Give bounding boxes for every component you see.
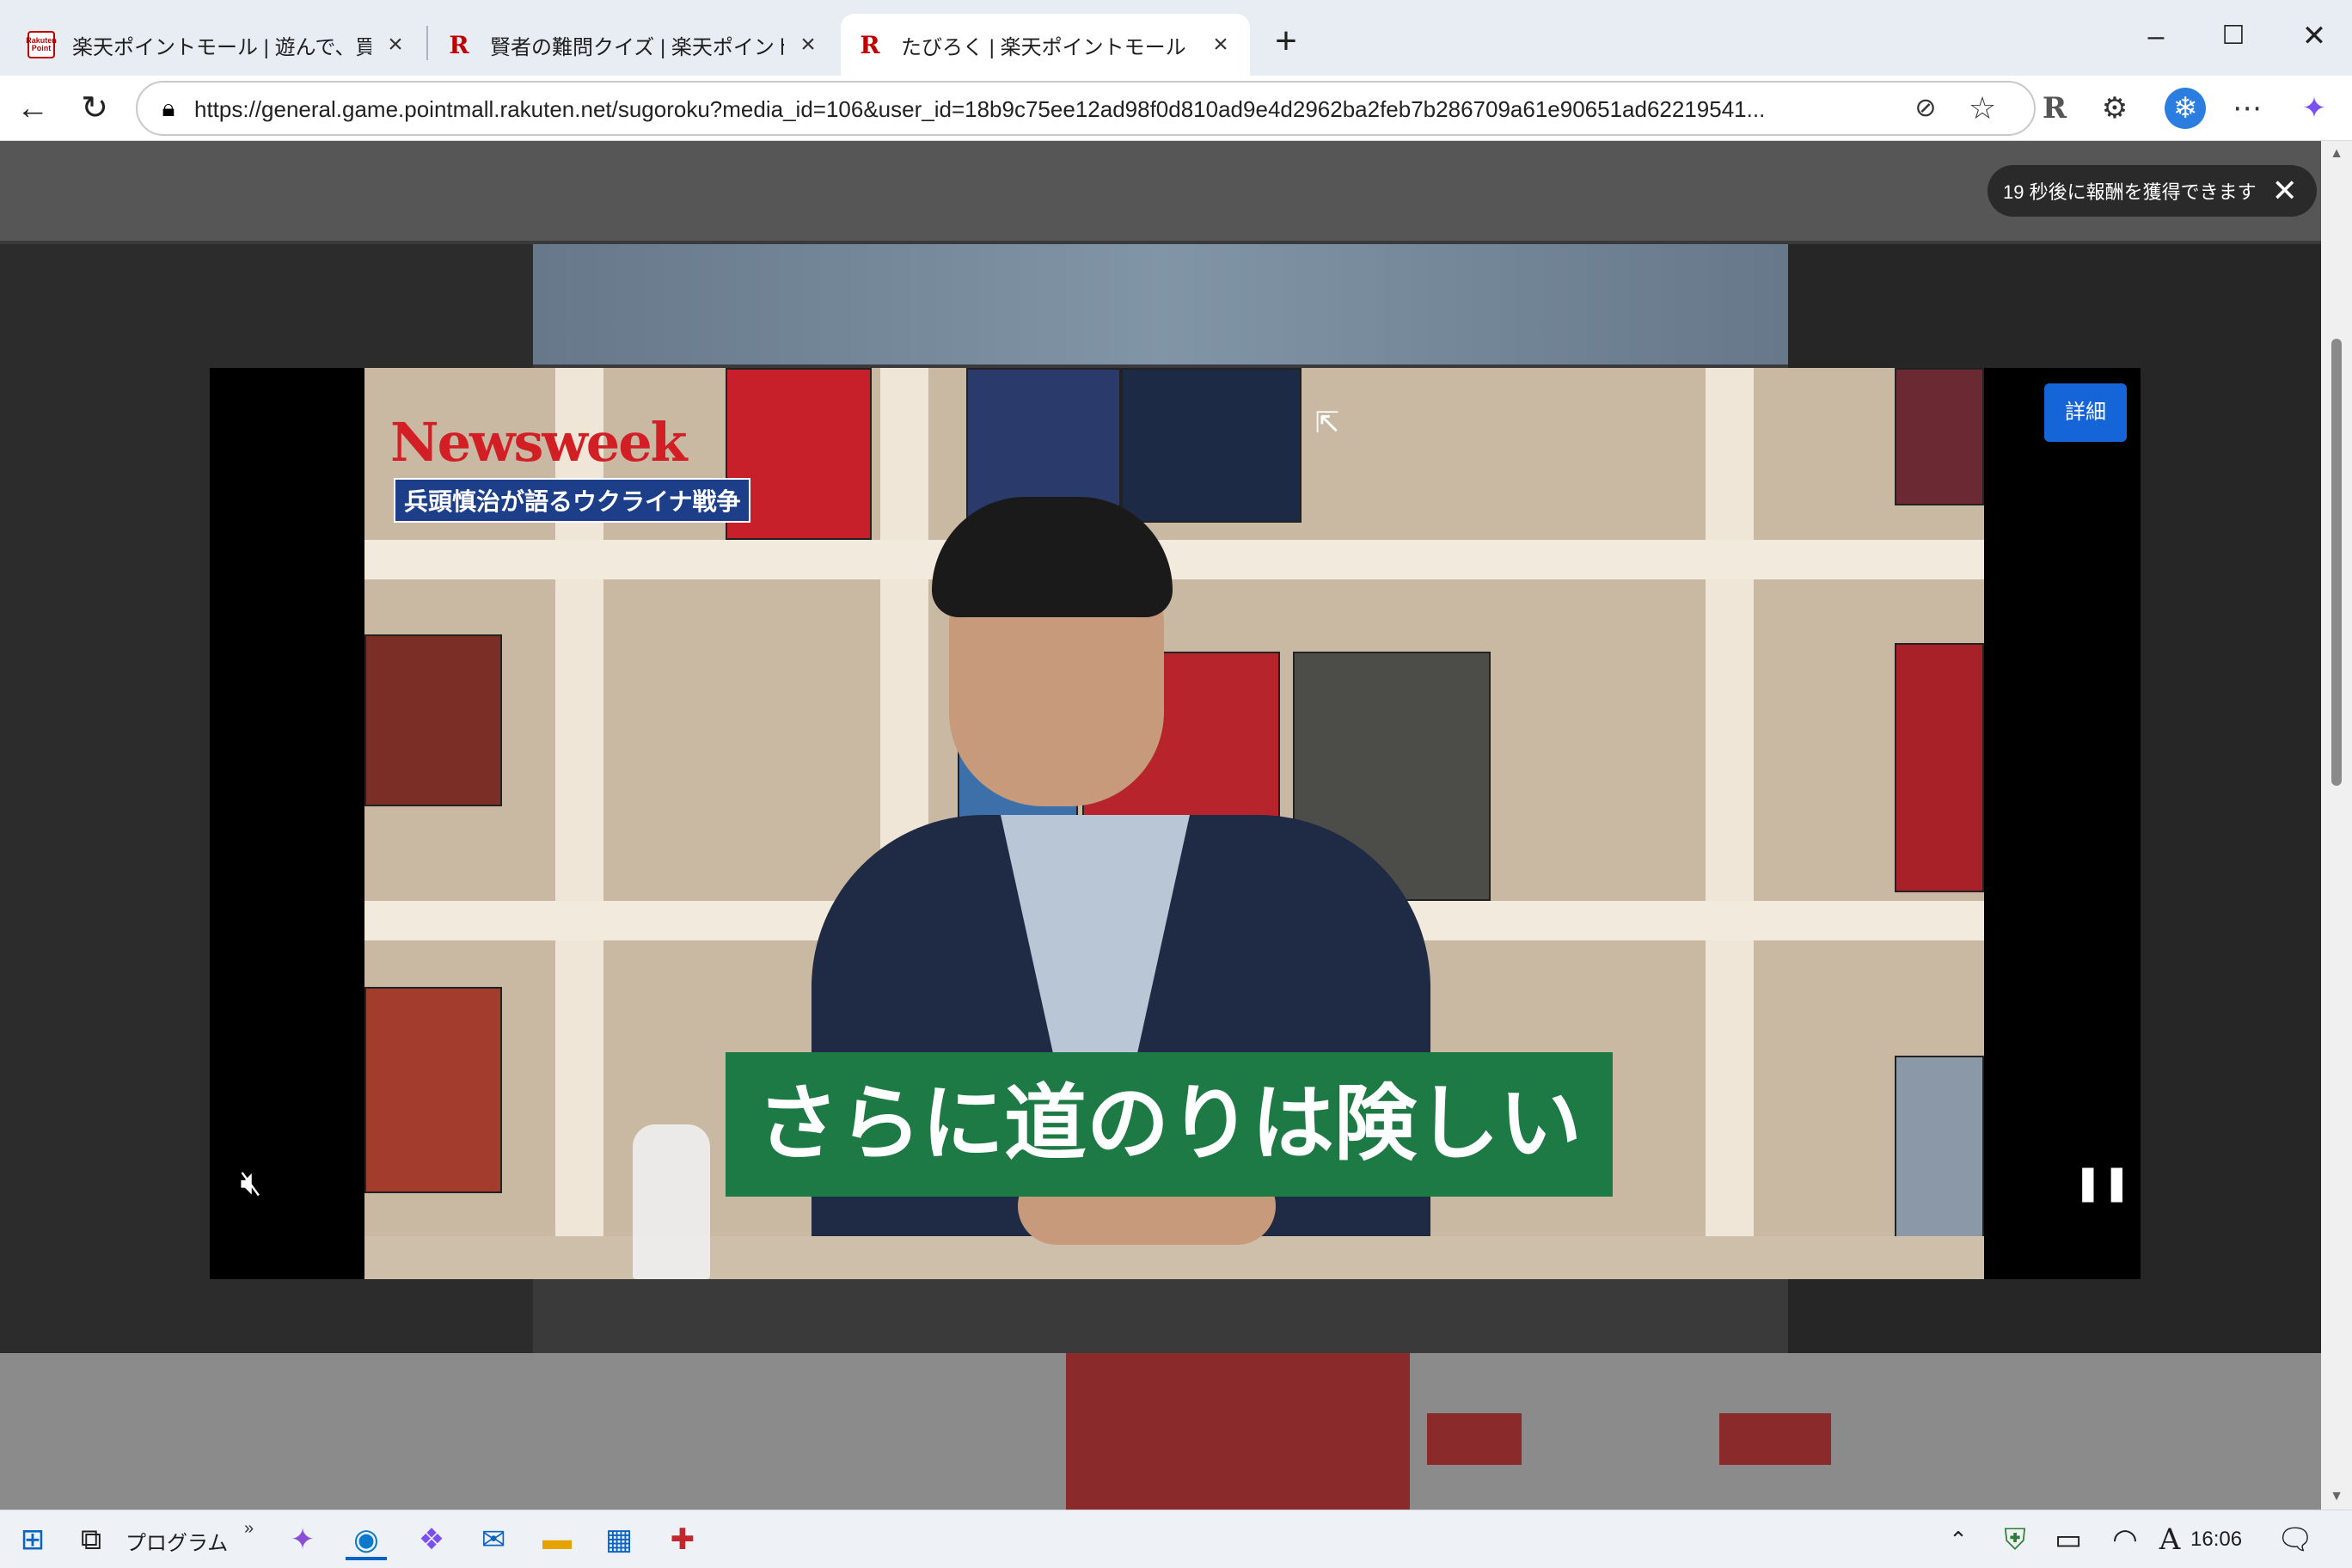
back-button[interactable]: ← xyxy=(10,86,55,131)
video-frame[interactable]: Newsweek 兵頭慎治が語るウクライナ戦争 さらに道のりは険しい ⇱ xyxy=(364,368,1984,1279)
maximize-button[interactable]: ☐ xyxy=(2208,12,2259,60)
wifi-icon[interactable]: ◠ xyxy=(2104,1519,2146,1560)
windows-start-icon[interactable]: ⊞ xyxy=(12,1519,53,1560)
app-icon[interactable]: ✚ xyxy=(662,1519,703,1560)
input-method-icon[interactable]: A xyxy=(2149,1519,2190,1560)
new-tab-button[interactable]: + xyxy=(1264,19,1308,64)
tab-tabiroku[interactable]: R たびろく | 楽天ポイントモール × xyxy=(841,14,1250,76)
dimmed-red-block xyxy=(1427,1413,1522,1465)
close-icon[interactable]: × xyxy=(1207,31,1234,58)
battery-icon[interactable]: ▭ xyxy=(2048,1519,2089,1560)
magazine-cover xyxy=(364,634,502,806)
rakuten-pointmall-icon: Rakuten Point xyxy=(26,31,57,58)
program-title: 兵頭慎治が語るウクライナ戦争 xyxy=(394,478,751,523)
dimmed-header xyxy=(0,141,2321,241)
rakuten-r-icon: R xyxy=(860,30,880,59)
tab-strip: RakutenPoint 楽天ポイントモール | 遊んで、買って楽 × R 賢者… xyxy=(0,0,2352,76)
dimmed-red-block xyxy=(1719,1413,1831,1465)
close-icon[interactable]: ✕ xyxy=(2272,175,2298,206)
tab-title: 楽天ポイントモール | 遊んで、買って楽 xyxy=(72,35,371,59)
tab-pointmall[interactable]: RakutenPoint 楽天ポイントモール | 遊んで、買って楽 × xyxy=(12,14,425,76)
rakuten-extension-icon[interactable]: R xyxy=(2032,86,2077,131)
pause-icon[interactable]: ❚❚ xyxy=(2073,1157,2131,1209)
magazine-cover xyxy=(1895,643,1984,892)
copilot-icon[interactable]: ✦ xyxy=(2292,86,2337,131)
tab-separator xyxy=(426,26,428,60)
minimize-button[interactable]: – xyxy=(2130,12,2182,60)
magazine-cover xyxy=(1895,368,1984,505)
outlook-icon[interactable]: ✉ xyxy=(473,1519,514,1560)
rakuten-r-icon: R xyxy=(449,30,469,59)
tab-title: たびろく | 楽天ポイントモール xyxy=(901,35,1186,59)
reward-timer-text: 19 秒後に報酬を獲得できます xyxy=(2003,181,2257,203)
magazine-cover xyxy=(364,987,502,1193)
scroll-up-arrow-icon[interactable]: ▲ xyxy=(2321,141,2352,167)
tab-quiz[interactable]: R 賢者の難問クイズ | 楽天ポイントモール × xyxy=(430,14,837,76)
shelf-board xyxy=(364,540,1984,579)
details-button[interactable]: 詳細 xyxy=(2044,383,2127,442)
newsweek-logo: Newsweek xyxy=(390,411,688,474)
navigation-bar: ← ↻ 🔒︎ https://general.game.pointmall.ra… xyxy=(0,76,2352,141)
copilot-pwa-icon[interactable]: ❖ xyxy=(411,1519,452,1560)
programs-toolbar-label[interactable]: プログラム xyxy=(126,1526,228,1556)
close-icon[interactable]: × xyxy=(794,31,822,58)
water-bottle xyxy=(633,1124,710,1279)
scrollbar-thumb[interactable] xyxy=(2331,339,2342,786)
clock[interactable]: 16:06 xyxy=(2190,1528,2242,1552)
close-window-button[interactable]: ✕ xyxy=(2288,12,2340,60)
url-text[interactable]: https://general.game.pointmall.rakuten.n… xyxy=(194,96,1914,123)
more-menu-icon[interactable]: ⋯ xyxy=(2225,86,2269,131)
taskbar: ⊞ ⧉ プログラム » ✦ ◉ ❖ ✉ ▬ ▦ ✚ ⌃ ⛨ ▭ ◠ A 16:0… xyxy=(0,1510,2352,1568)
profile-avatar[interactable]: ❄ xyxy=(2165,88,2206,129)
dimmed-banner xyxy=(533,244,1788,364)
toolbar-expand-icon[interactable]: » xyxy=(244,1519,254,1539)
copilot-icon[interactable]: ✦ xyxy=(282,1519,323,1560)
favorite-star-icon[interactable]: ☆ xyxy=(1963,89,2001,127)
reload-button[interactable]: ↻ xyxy=(72,86,117,131)
muted-speaker-icon[interactable]: 🔇︎ xyxy=(225,1157,277,1209)
task-view-icon[interactable]: ⧉ xyxy=(70,1519,112,1560)
picture-in-picture-icon[interactable]: ⇱ xyxy=(1310,406,1344,440)
shelf-post xyxy=(1706,368,1754,1279)
video-caption: さらに道のりは険しい xyxy=(726,1052,1613,1197)
show-hidden-icons-icon[interactable]: ⌃ xyxy=(1938,1519,1979,1560)
notifications-icon[interactable]: 🗨︎ xyxy=(2275,1519,2316,1560)
video-player[interactable]: Newsweek 兵頭慎治が語るウクライナ戦争 さらに道のりは険しい ⇱ 詳細 … xyxy=(210,368,2141,1279)
microsoft-store-icon[interactable]: ▦ xyxy=(598,1519,640,1560)
page-content: 19 秒後に報酬を獲得できます ✕ Newsweek 兵頭慎治が語るウクライナ戦… xyxy=(0,141,2352,1510)
page-scrollbar[interactable]: ▲ ▼ xyxy=(2321,141,2352,1510)
reward-timer: 19 秒後に報酬を獲得できます ✕ xyxy=(1988,165,2317,217)
extensions-icon[interactable]: ⚙ xyxy=(2092,86,2137,131)
close-icon[interactable]: × xyxy=(382,31,409,58)
edge-browser-icon[interactable]: ◉ xyxy=(346,1519,387,1560)
magazine-cover xyxy=(1121,368,1302,523)
address-bar[interactable]: 🔒︎ https://general.game.pointmall.rakute… xyxy=(136,81,2036,136)
tab-title: 賢者の難問クイズ | 楽天ポイントモール xyxy=(490,35,784,59)
file-explorer-icon[interactable]: ▬ xyxy=(536,1519,578,1560)
tracking-prevention-icon[interactable]: ⊘ xyxy=(1908,91,1943,126)
security-shield-icon[interactable]: ⛨ xyxy=(1994,1519,2036,1560)
scroll-down-arrow-icon[interactable]: ▼ xyxy=(2321,1484,2352,1510)
site-info-icon[interactable]: 🔒︎ xyxy=(153,93,184,124)
dimmed-red-button xyxy=(1066,1353,1410,1510)
